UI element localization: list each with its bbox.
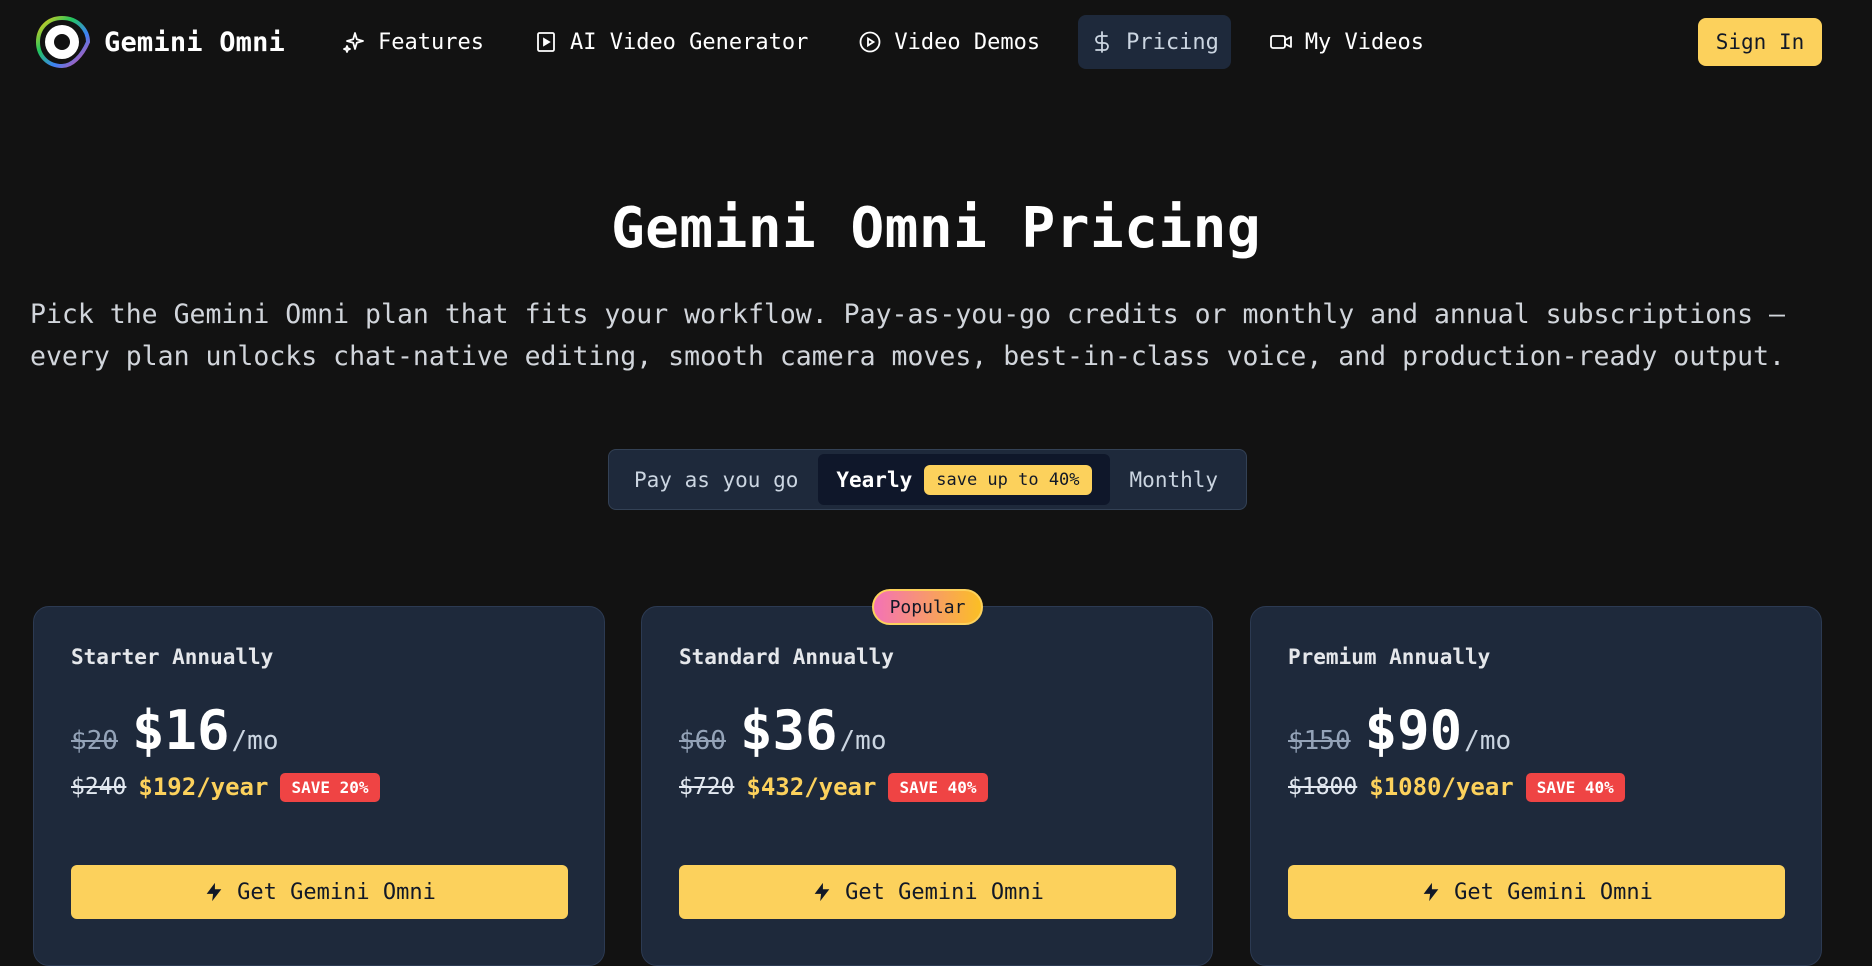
brand-name: Gemini Omni (104, 26, 286, 58)
cta-label: Get Gemini Omni (1454, 879, 1653, 905)
monthly-price: $60 $36 /mo (679, 699, 886, 763)
play-square-icon (537, 32, 555, 52)
nav-item-label: Pricing (1126, 29, 1219, 55)
plan-card-premium: Premium Annually $150 $90 /mo $1800 $108… (1250, 606, 1822, 966)
discounted-yearly-price: $432/year (746, 773, 877, 801)
billing-option-yearly[interactable]: Yearly save up to 40% (818, 454, 1110, 505)
nav-item-label: Video Demos (894, 29, 1041, 55)
video-camera-icon (1269, 35, 1292, 49)
get-plan-button[interactable]: Get Gemini Omni (1288, 865, 1785, 919)
original-yearly-price: $720 (679, 774, 735, 800)
billing-option-monthly[interactable]: Monthly (1110, 454, 1239, 505)
discounted-monthly-price: $36 (739, 699, 838, 762)
discounted-yearly-price: $1080/year (1369, 773, 1514, 801)
sign-in-button[interactable]: Sign In (1698, 18, 1822, 66)
plan-card-standard: Standard Annually $60 $36 /mo $720 $432/… (641, 606, 1213, 966)
original-yearly-price: $240 (71, 774, 127, 800)
nav-item-label: Features (378, 29, 484, 55)
play-circle-icon (859, 31, 881, 53)
nav-item-video-demos[interactable]: Video Demos (846, 15, 1052, 69)
per-month-label: /mo (839, 726, 887, 756)
eye-ring-logo-icon (35, 15, 91, 69)
monthly-price: $20 $16 /mo (71, 699, 278, 763)
save-percent-badge: SAVE 40% (1525, 772, 1625, 802)
get-plan-button[interactable]: Get Gemini Omni (71, 865, 568, 919)
nav-item-my-videos[interactable]: My Videos (1257, 15, 1436, 69)
cta-label: Get Gemini Omni (845, 879, 1044, 905)
billing-period-toggle: Pay as you go Yearly save up to 40% Mont… (608, 449, 1247, 510)
original-yearly-price: $1800 (1288, 774, 1358, 800)
billing-option-pay-as-you-go[interactable]: Pay as you go (614, 454, 818, 505)
nav-item-pricing[interactable]: Pricing (1078, 15, 1231, 69)
discounted-monthly-price: $16 (131, 699, 230, 762)
billing-option-label: Yearly (836, 467, 913, 492)
lightning-icon (814, 882, 830, 902)
discounted-yearly-price: $192/year (138, 773, 269, 801)
per-month-label: /mo (231, 726, 279, 756)
monthly-price: $150 $90 /mo (1288, 699, 1511, 763)
plan-name: Starter Annually (71, 645, 274, 669)
sparkles-icon (343, 32, 364, 53)
top-navigation: Gemini Omni Features AI Video Generator … (0, 0, 1872, 84)
yearly-price: $1800 $1080/year SAVE 40% (1288, 771, 1625, 803)
nav-item-label: My Videos (1304, 29, 1425, 55)
nav-item-features[interactable]: Features (330, 15, 496, 69)
page-subtitle: Pick the Gemini Omni plan that fits your… (30, 299, 1785, 372)
plan-card-starter: Starter Annually $20 $16 /mo $240 $192/y… (33, 606, 605, 966)
yearly-price: $720 $432/year SAVE 40% (679, 771, 988, 803)
cta-label: Get Gemini Omni (237, 879, 436, 905)
nav-item-ai-video-generator[interactable]: AI Video Generator (522, 15, 820, 69)
nav-links: Features AI Video Generator Video Demos … (330, 15, 1436, 69)
lightning-icon (1423, 882, 1439, 902)
yearly-price: $240 $192/year SAVE 20% (71, 771, 380, 803)
save-percent-badge: SAVE 40% (888, 772, 988, 802)
get-plan-button[interactable]: Get Gemini Omni (679, 865, 1176, 919)
discounted-monthly-price: $90 (1364, 699, 1463, 762)
brand-home-link[interactable]: Gemini Omni (32, 13, 285, 71)
original-monthly-price: $20 (71, 726, 118, 756)
lightning-icon (206, 882, 222, 902)
dollar-icon (1095, 31, 1109, 53)
save-badge: save up to 40% (924, 464, 1092, 495)
plan-name: Standard Annually (679, 645, 894, 669)
plan-name: Premium Annually (1288, 645, 1491, 669)
save-percent-badge: SAVE 20% (280, 772, 380, 802)
popular-badge: Popular (872, 589, 983, 625)
per-month-label: /mo (1464, 726, 1512, 756)
nav-item-label: AI Video Generator (569, 29, 809, 55)
page-title: Gemini Omni Pricing (610, 196, 1262, 261)
original-monthly-price: $60 (679, 726, 726, 756)
original-monthly-price: $150 (1288, 726, 1351, 756)
